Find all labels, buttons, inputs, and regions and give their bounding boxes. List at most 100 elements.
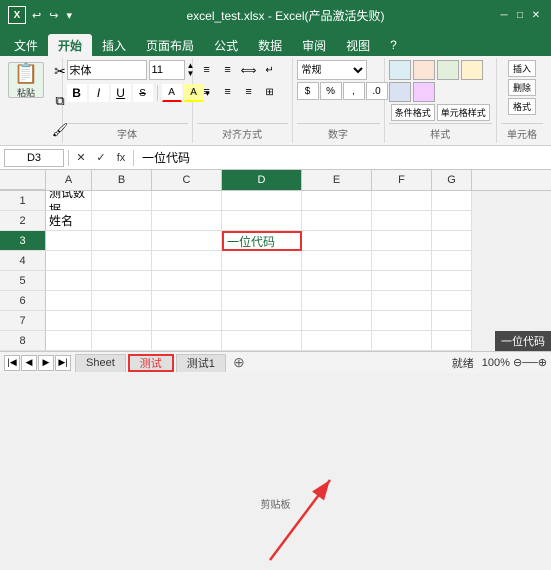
cell-a3[interactable] <box>46 231 92 251</box>
tab-nav-prev[interactable]: ◀ <box>21 355 37 371</box>
style-block-6[interactable] <box>413 82 435 102</box>
cell-d5[interactable] <box>222 271 302 291</box>
cell-f2[interactable] <box>372 211 432 231</box>
cell-g4[interactable] <box>432 251 472 271</box>
function-btn[interactable]: fx <box>113 150 129 166</box>
col-header-g[interactable]: G <box>432 170 472 190</box>
cell-g8[interactable] <box>432 331 472 351</box>
align-left[interactable]: ≡ <box>197 82 217 102</box>
cell-c2[interactable] <box>152 211 222 231</box>
style-block-1[interactable] <box>389 60 411 80</box>
row-header-1[interactable]: 1 <box>0 191 46 211</box>
cell-c3[interactable] <box>152 231 222 251</box>
confirm-formula-btn[interactable]: ✓ <box>93 150 109 166</box>
cell-f5[interactable] <box>372 271 432 291</box>
cell-b8[interactable] <box>92 331 152 351</box>
percent-btn[interactable]: % <box>320 82 342 100</box>
cell-f6[interactable] <box>372 291 432 311</box>
formula-input[interactable] <box>138 149 547 167</box>
align-top-right[interactable]: ⟺ <box>239 60 259 80</box>
font-size-input[interactable] <box>149 60 185 80</box>
sheet-tab-test1[interactable]: 测试1 <box>176 354 226 372</box>
col-header-d[interactable]: D <box>222 170 302 190</box>
strikethrough-button[interactable]: S <box>133 84 153 102</box>
cell-c1[interactable] <box>152 191 222 211</box>
align-center[interactable]: ≡ <box>218 82 238 102</box>
cell-e7[interactable] <box>302 311 372 331</box>
cell-a6[interactable] <box>46 291 92 311</box>
redo-btn[interactable]: ↪ <box>47 9 60 22</box>
cell-a1[interactable]: 测试数据 <box>46 191 92 211</box>
cell-e2[interactable] <box>302 211 372 231</box>
wrap-text[interactable]: ↵ <box>260 60 280 80</box>
col-header-f[interactable]: F <box>372 170 432 190</box>
zoom-controls[interactable]: 100% ⊖──⊕ <box>482 356 547 369</box>
font-color-button[interactable]: A <box>162 84 182 102</box>
align-top-center[interactable]: ≡ <box>218 60 238 80</box>
cell-d1[interactable] <box>222 191 302 211</box>
cell-a2[interactable]: 姓名 <box>46 211 92 231</box>
cell-d6[interactable] <box>222 291 302 311</box>
tab-nav-first[interactable]: |◀ <box>4 355 20 371</box>
cell-c5[interactable] <box>152 271 222 291</box>
cell-g2[interactable] <box>432 211 472 231</box>
cell-f4[interactable] <box>372 251 432 271</box>
cell-a5[interactable] <box>46 271 92 291</box>
bold-button[interactable]: B <box>67 84 87 102</box>
cancel-formula-btn[interactable]: ✕ <box>73 150 89 166</box>
cell-c6[interactable] <box>152 291 222 311</box>
minimize-btn[interactable]: ─ <box>497 8 511 22</box>
font-name-input[interactable] <box>67 60 147 80</box>
close-btn[interactable]: ✕ <box>529 8 543 22</box>
sheet-tab-sheet1[interactable]: Sheet <box>75 354 126 372</box>
tab-view[interactable]: 视图 <box>336 34 380 56</box>
cell-f7[interactable] <box>372 311 432 331</box>
cell-g5[interactable] <box>432 271 472 291</box>
tab-data[interactable]: 数据 <box>248 34 292 56</box>
style-block-3[interactable] <box>437 60 459 80</box>
cell-e5[interactable] <box>302 271 372 291</box>
tab-review[interactable]: 审阅 <box>292 34 336 56</box>
cell-f1[interactable] <box>372 191 432 211</box>
cell-b1[interactable] <box>92 191 152 211</box>
tab-help[interactable]: ? <box>380 34 407 56</box>
tab-nav-next[interactable]: ▶ <box>38 355 54 371</box>
row-header-3[interactable]: 3 <box>0 231 46 251</box>
underline-button[interactable]: U <box>111 84 131 102</box>
cell-a4[interactable] <box>46 251 92 271</box>
style-block-4[interactable] <box>461 60 483 80</box>
cell-e6[interactable] <box>302 291 372 311</box>
tab-formulas[interactable]: 公式 <box>204 34 248 56</box>
tab-nav-last[interactable]: ▶| <box>55 355 71 371</box>
cell-e3[interactable] <box>302 231 372 251</box>
cell-b6[interactable] <box>92 291 152 311</box>
row-header-6[interactable]: 6 <box>0 291 46 311</box>
cell-g7[interactable] <box>432 311 472 331</box>
currency-btn[interactable]: $ <box>297 82 319 100</box>
cell-c7[interactable] <box>152 311 222 331</box>
conditional-format-btn[interactable]: 条件格式 <box>391 104 435 121</box>
cell-b4[interactable] <box>92 251 152 271</box>
cell-g3[interactable] <box>432 231 472 251</box>
cell-b3[interactable] <box>92 231 152 251</box>
cell-a7[interactable] <box>46 311 92 331</box>
cell-d7[interactable] <box>222 311 302 331</box>
number-format-select[interactable]: 常规 <box>297 60 367 80</box>
paste-button[interactable]: 📋 粘贴 <box>8 62 44 98</box>
row-header-5[interactable]: 5 <box>0 271 46 291</box>
cell-g1[interactable] <box>432 191 472 211</box>
cell-b2[interactable] <box>92 211 152 231</box>
cell-d3[interactable]: 一位代码 <box>222 231 302 251</box>
cell-d4[interactable] <box>222 251 302 271</box>
cell-b7[interactable] <box>92 311 152 331</box>
cell-d2[interactable] <box>222 211 302 231</box>
row-header-4[interactable]: 4 <box>0 251 46 271</box>
tab-insert[interactable]: 插入 <box>92 34 136 56</box>
col-header-a[interactable]: A <box>46 170 92 190</box>
name-box[interactable] <box>4 149 64 167</box>
col-header-c[interactable]: C <box>152 170 222 190</box>
cell-f8[interactable] <box>372 331 432 351</box>
cell-a8[interactable] <box>46 331 92 351</box>
align-top-left[interactable]: ≡ <box>197 60 217 80</box>
col-header-b[interactable]: B <box>92 170 152 190</box>
